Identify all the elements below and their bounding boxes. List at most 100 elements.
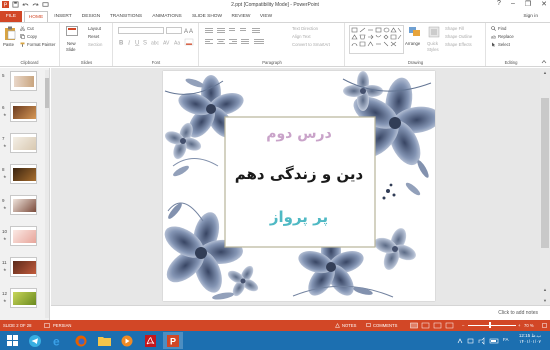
notes-icon [335, 323, 340, 328]
font-size-field[interactable] [166, 27, 182, 34]
tab-file[interactable]: FILE [0, 11, 22, 22]
slide-thumbnail-pane: 5 6 ★ 7 ★ 8 ★ 9 ★ 10 ★ 11 ★ 12 ★ [0, 68, 50, 320]
shape-fill-button[interactable]: Shape Fill [445, 26, 464, 31]
new-slide-label[interactable]: New [67, 41, 76, 46]
font-format-buttons-icon[interactable]: B I U Sabc AV Aa [118, 38, 196, 46]
zoom-out-button[interactable]: – [462, 323, 464, 328]
svg-text:e: e [53, 335, 60, 347]
taskbar-firefox[interactable] [71, 332, 91, 349]
thumb-number: 6 [2, 105, 5, 110]
find-button[interactable]: Find [498, 26, 506, 31]
paste-icon[interactable] [4, 26, 16, 40]
format-painter-button[interactable]: Format Painter [27, 42, 55, 47]
fit-slide-icon[interactable] [542, 323, 547, 328]
zoom-in-button[interactable]: + [518, 323, 520, 328]
view-buttons-icon[interactable] [410, 322, 460, 329]
taskbar-file-explorer[interactable] [94, 332, 114, 349]
tab-view[interactable]: VIEW [256, 11, 276, 22]
slide-scrollbar-thumb[interactable] [541, 98, 549, 248]
layout-button[interactable]: Layout [88, 26, 101, 31]
taskbar-acrobat[interactable] [140, 332, 160, 349]
align-text-button[interactable]: Align Text [292, 34, 311, 39]
font-name-field[interactable] [118, 27, 164, 34]
replace-button[interactable]: Replace [498, 34, 514, 39]
copy-button[interactable]: Copy [27, 34, 37, 39]
new-slide-label-2[interactable]: Slide [66, 47, 76, 52]
paste-button[interactable]: Paste [3, 42, 14, 47]
slide-thumbnail-12[interactable] [10, 288, 37, 308]
comments-button[interactable]: COMMENTS [373, 323, 397, 328]
minimize-button[interactable]: – [511, 0, 515, 8]
slide-thumbnail-10[interactable] [10, 226, 37, 246]
slide-thumbnail-9[interactable] [10, 195, 37, 215]
format-painter-icon [20, 42, 25, 47]
thumb-image [13, 168, 36, 181]
shapes-gallery[interactable] [349, 25, 404, 54]
thumbnail-scrollbar-thumb[interactable] [45, 78, 49, 108]
zoom-level[interactable]: 70 % [524, 323, 534, 328]
help-button[interactable]: ? [497, 0, 501, 8]
input-language[interactable]: FA [503, 337, 509, 342]
quick-styles-label[interactable]: Quick [427, 41, 438, 46]
select-button[interactable]: Select [498, 42, 510, 47]
quick-styles-label-2[interactable]: Styles [427, 47, 439, 52]
slide-thumbnail-6[interactable] [10, 102, 37, 122]
alignment-icons[interactable] [204, 38, 286, 45]
tab-review[interactable]: REVIEW [228, 11, 254, 22]
tab-design[interactable]: DESIGN [79, 11, 103, 22]
notes-placeholder[interactable]: Click to add notes [498, 310, 538, 316]
shape-effects-button[interactable]: Shape Effects [445, 42, 472, 47]
font-grow-shrink-icon[interactable]: A A [184, 27, 196, 34]
slide-line-lesson[interactable]: درس دوم [163, 126, 435, 142]
language-indicator[interactable]: PERSIAN [53, 323, 71, 328]
thumb-image [13, 230, 36, 243]
slide-scrollbar[interactable]: ▲ ▲ ▼ [540, 68, 550, 305]
slide-thumbnail-8[interactable] [10, 164, 37, 184]
scroll-up-icon[interactable]: ▲ [542, 70, 548, 75]
slide-line-topic[interactable]: پر پرواز [163, 208, 435, 226]
tab-animations[interactable]: ANIMATIONS [148, 11, 186, 22]
arrange-icon[interactable] [408, 26, 422, 38]
start-button[interactable] [2, 332, 22, 349]
restore-button[interactable]: ❐ [525, 0, 531, 8]
drawing-group-label: Drawing [407, 60, 424, 65]
taskbar-telegram[interactable] [25, 332, 45, 349]
text-direction-button[interactable]: Text Direction [292, 26, 318, 31]
tab-slide-show[interactable]: SLIDE SHOW [189, 11, 225, 22]
slide-thumbnail-5[interactable] [10, 71, 37, 91]
tab-home[interactable]: HOME [24, 11, 48, 22]
quick-styles-icon[interactable] [428, 26, 440, 38]
reset-button[interactable]: Reset [88, 34, 99, 39]
taskbar-powerpoint[interactable]: P [163, 332, 183, 349]
shape-outline-button[interactable]: Shape Outline [445, 34, 472, 39]
previous-slide-icon[interactable]: ▲ [542, 287, 548, 292]
spell-check-icon[interactable] [44, 323, 50, 328]
cut-button[interactable]: Cut [27, 26, 34, 31]
slide-thumbnail-7[interactable] [10, 133, 37, 153]
clock[interactable]: 12:15 ب.ظ ۱۴۰۱/۰۱/۰۷ [515, 333, 545, 345]
tab-insert[interactable]: INSERT [51, 11, 75, 22]
arrange-button[interactable]: Arrange [405, 41, 420, 46]
system-tray-icons[interactable] [456, 337, 502, 345]
slide-line-subject[interactable]: دین و زندگی دهم [163, 165, 435, 183]
current-slide[interactable]: درس دوم دین و زندگی دهم پر پرواز [163, 71, 435, 301]
section-button[interactable]: Section [88, 42, 102, 47]
close-button[interactable]: ✕ [541, 0, 547, 8]
taskbar-media[interactable] [117, 332, 137, 349]
zoom-slider-thumb[interactable] [489, 322, 491, 328]
convert-smartart-button[interactable]: Convert to SmartArt [292, 42, 330, 47]
notes-button[interactable]: NOTES [342, 323, 356, 328]
zoom-slider[interactable] [468, 325, 516, 326]
thumb-number: 10 [2, 229, 8, 234]
sign-in-link[interactable]: Sign in [523, 11, 538, 22]
tab-transitions[interactable]: TRANSITIONS [107, 11, 145, 22]
new-slide-icon[interactable] [66, 26, 78, 37]
slide-thumbnail-11[interactable] [10, 257, 37, 277]
ribbon: Paste Cut Copy Format Painter Clipboard … [0, 22, 550, 67]
animation-star-icon: ★ [3, 236, 7, 241]
notes-pane[interactable]: Click to add notes [51, 305, 550, 320]
collapse-ribbon-icon[interactable] [541, 59, 547, 64]
taskbar-internet-explorer[interactable]: e [48, 332, 68, 349]
next-slide-icon[interactable]: ▼ [542, 298, 548, 303]
list-indent-icons[interactable] [204, 27, 286, 34]
